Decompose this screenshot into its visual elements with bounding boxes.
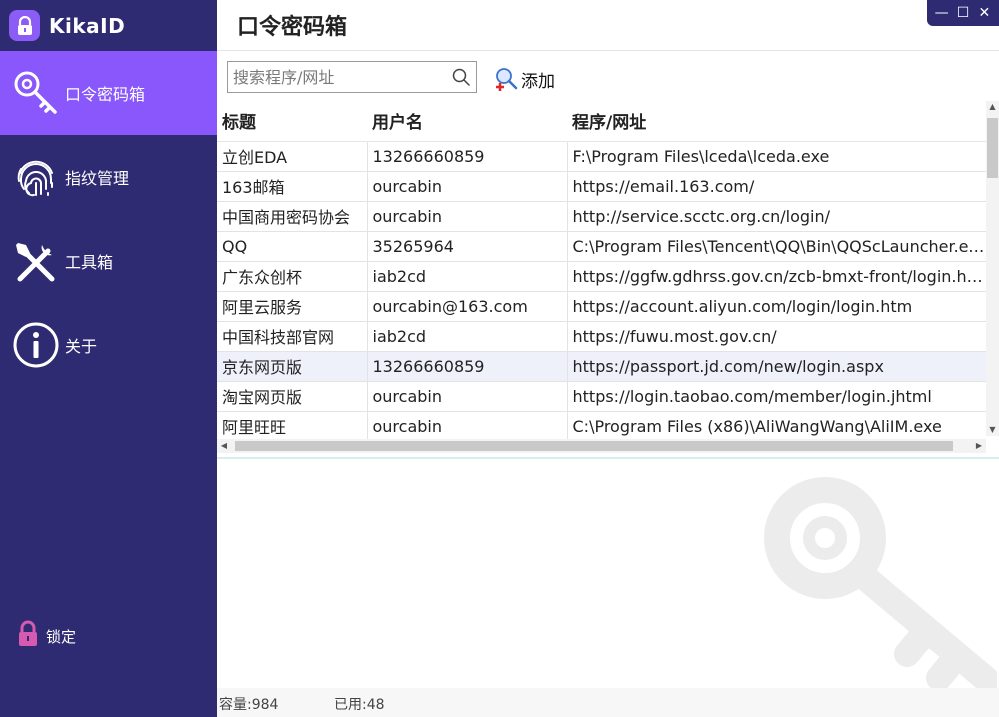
cell-username: ourcabin bbox=[367, 201, 568, 232]
scroll-right-icon[interactable]: ▶ bbox=[972, 439, 986, 453]
cell-username: ourcabin@163.com bbox=[367, 291, 568, 322]
scroll-down-icon[interactable]: ▼ bbox=[986, 424, 999, 436]
scroll-up-icon[interactable]: ▲ bbox=[986, 101, 999, 113]
sidebar: KikaID 口令密码箱 指纹管理 工具箱 关于 锁定 bbox=[0, 0, 217, 717]
search-input[interactable] bbox=[228, 62, 450, 92]
lock-logo-icon bbox=[9, 10, 40, 41]
cell-url: https://account.aliyun.com/login/login.h… bbox=[567, 291, 986, 322]
maximize-icon[interactable]: ☐ bbox=[954, 5, 972, 21]
cell-title: 163邮箱 bbox=[217, 171, 368, 202]
cell-url: https://passport.jd.com/new/login.aspx bbox=[567, 351, 986, 382]
column-header-username[interactable]: 用户名 bbox=[367, 101, 567, 142]
table-row[interactable]: 阿里云服务 ourcabin@163.com https://account.ali… bbox=[217, 291, 986, 322]
cell-username: iab2cd bbox=[367, 261, 568, 292]
sidebar-item-toolbox[interactable]: 工具箱 bbox=[0, 219, 217, 303]
lock-label: 锁定 bbox=[46, 627, 77, 646]
cell-title: 中国商用密码协会 bbox=[217, 201, 368, 232]
cell-username: iab2cd bbox=[367, 321, 568, 352]
cell-url: https://email.163.com/ bbox=[567, 171, 986, 202]
key-icon bbox=[12, 69, 60, 117]
add-button[interactable]: 添加 bbox=[493, 66, 555, 92]
table-row[interactable]: 中国商用密码协会 ourcabin http://service.scctc.org… bbox=[217, 201, 986, 232]
lock-button[interactable]: 锁定 bbox=[16, 620, 76, 652]
page-title: 口令密码箱 bbox=[237, 15, 348, 40]
column-header-url[interactable]: 程序/网址 bbox=[567, 101, 986, 142]
cell-url: https://fuwu.most.gov.cn/ bbox=[567, 321, 986, 352]
cell-username: ourcabin bbox=[367, 171, 568, 202]
sidebar-item-label: 指纹管理 bbox=[65, 169, 130, 188]
horizontal-scroll-thumb[interactable] bbox=[235, 441, 953, 451]
sidebar-item-label: 口令密码箱 bbox=[65, 85, 146, 104]
cell-title: 中国科技部官网 bbox=[217, 321, 368, 352]
add-label: 添加 bbox=[521, 71, 555, 92]
table-row-selected[interactable]: 京东网页版 13266660859 https://passport.jd.com/… bbox=[217, 351, 986, 382]
minimize-icon[interactable]: — bbox=[933, 5, 951, 21]
status-bar: 容量:984 已用:48 bbox=[217, 688, 999, 717]
cell-username: 13266660859 bbox=[367, 351, 568, 382]
table-row[interactable]: 广东众创杯 iab2cd https://ggfw.gdhrss.gov.cn/zc… bbox=[217, 261, 986, 292]
fingerprint-icon bbox=[12, 153, 60, 201]
app-name: KikaID bbox=[49, 13, 126, 38]
table-row[interactable]: 阿里旺旺 ourcabin C:\Program Files (x86)\AliWa… bbox=[217, 411, 986, 442]
sidebar-item-fingerprint[interactable]: 指纹管理 bbox=[0, 135, 217, 219]
cell-username: 13266660859 bbox=[367, 141, 568, 172]
cell-url: https://ggfw.gdhrss.gov.cn/zcb-bmxt-fron… bbox=[567, 261, 986, 292]
cell-title: QQ bbox=[217, 231, 368, 262]
vertical-scrollbar[interactable]: ▲ ▼ bbox=[986, 101, 999, 436]
sidebar-item-password-box[interactable]: 口令密码箱 bbox=[0, 51, 217, 135]
used-text: 已用:48 bbox=[334, 697, 385, 713]
window-controls: — ☐ ✕ bbox=[927, 0, 999, 26]
sidebar-item-about[interactable]: 关于 bbox=[0, 303, 217, 387]
search-icon[interactable] bbox=[452, 68, 470, 86]
cell-title: 立创EDA bbox=[217, 141, 368, 172]
cell-title: 京东网页版 bbox=[217, 351, 368, 382]
cell-url: C:\Program Files (x86)\AliWangWang\AliIM… bbox=[567, 411, 986, 442]
main-panel: 口令密码箱 — ☐ ✕ 添加 标题 用户名 程序/网址 bbox=[217, 0, 999, 717]
cell-username: 35265964 bbox=[367, 231, 568, 262]
panel-divider bbox=[217, 457, 999, 459]
cell-username: ourcabin bbox=[367, 411, 568, 442]
table-row[interactable]: 163邮箱 ourcabin https://email.163.com/ bbox=[217, 171, 986, 202]
info-icon bbox=[12, 321, 60, 369]
cell-title: 阿里旺旺 bbox=[217, 411, 368, 442]
sidebar-item-label: 工具箱 bbox=[65, 253, 114, 272]
close-icon[interactable]: ✕ bbox=[975, 5, 993, 21]
horizontal-scrollbar[interactable]: ◀ ▶ bbox=[217, 439, 986, 453]
tools-icon bbox=[12, 237, 60, 285]
sidebar-nav: 口令密码箱 指纹管理 工具箱 关于 bbox=[0, 51, 217, 387]
column-header-title[interactable]: 标题 bbox=[217, 101, 367, 142]
table-row[interactable]: 立创EDA 13266660859 F:\Program Files\lceda\l… bbox=[217, 141, 986, 172]
table-row[interactable]: 淘宝网页版 ourcabin https://login.taobao.com/me… bbox=[217, 381, 986, 412]
capacity-text: 容量:984 bbox=[219, 697, 279, 713]
cell-title: 淘宝网页版 bbox=[217, 381, 368, 412]
cell-username: ourcabin bbox=[367, 381, 568, 412]
add-search-icon bbox=[496, 68, 518, 91]
cell-url: C:\Program Files\Tencent\QQ\Bin\QQScLaun… bbox=[567, 231, 986, 262]
search-box bbox=[227, 61, 477, 93]
scroll-left-icon[interactable]: ◀ bbox=[217, 439, 231, 453]
table-row[interactable]: 中国科技部官网 iab2cd https://fuwu.most.gov.cn/ bbox=[217, 321, 986, 352]
cell-title: 广东众创杯 bbox=[217, 261, 368, 292]
padlock-icon bbox=[16, 620, 40, 652]
table-header-row: 标题 用户名 程序/网址 bbox=[217, 101, 986, 142]
cell-url: http://service.scctc.org.cn/login/ bbox=[567, 201, 986, 232]
key-watermark-icon bbox=[764, 477, 997, 690]
sidebar-item-label: 关于 bbox=[65, 337, 98, 356]
vertical-scroll-thumb[interactable] bbox=[987, 118, 998, 178]
table-row[interactable]: QQ 35265964 C:\Program Files\Tencent\QQ\Bi… bbox=[217, 231, 986, 262]
brand: KikaID bbox=[0, 0, 217, 51]
password-table: 标题 用户名 程序/网址 立创EDA 13266660859 F:\Program … bbox=[217, 101, 999, 456]
cell-title: 阿里云服务 bbox=[217, 291, 368, 322]
header-divider bbox=[217, 50, 999, 51]
cell-url: F:\Program Files\lceda\lceda.exe bbox=[567, 141, 986, 172]
cell-url: https://login.taobao.com/member/login.jh… bbox=[567, 381, 986, 412]
